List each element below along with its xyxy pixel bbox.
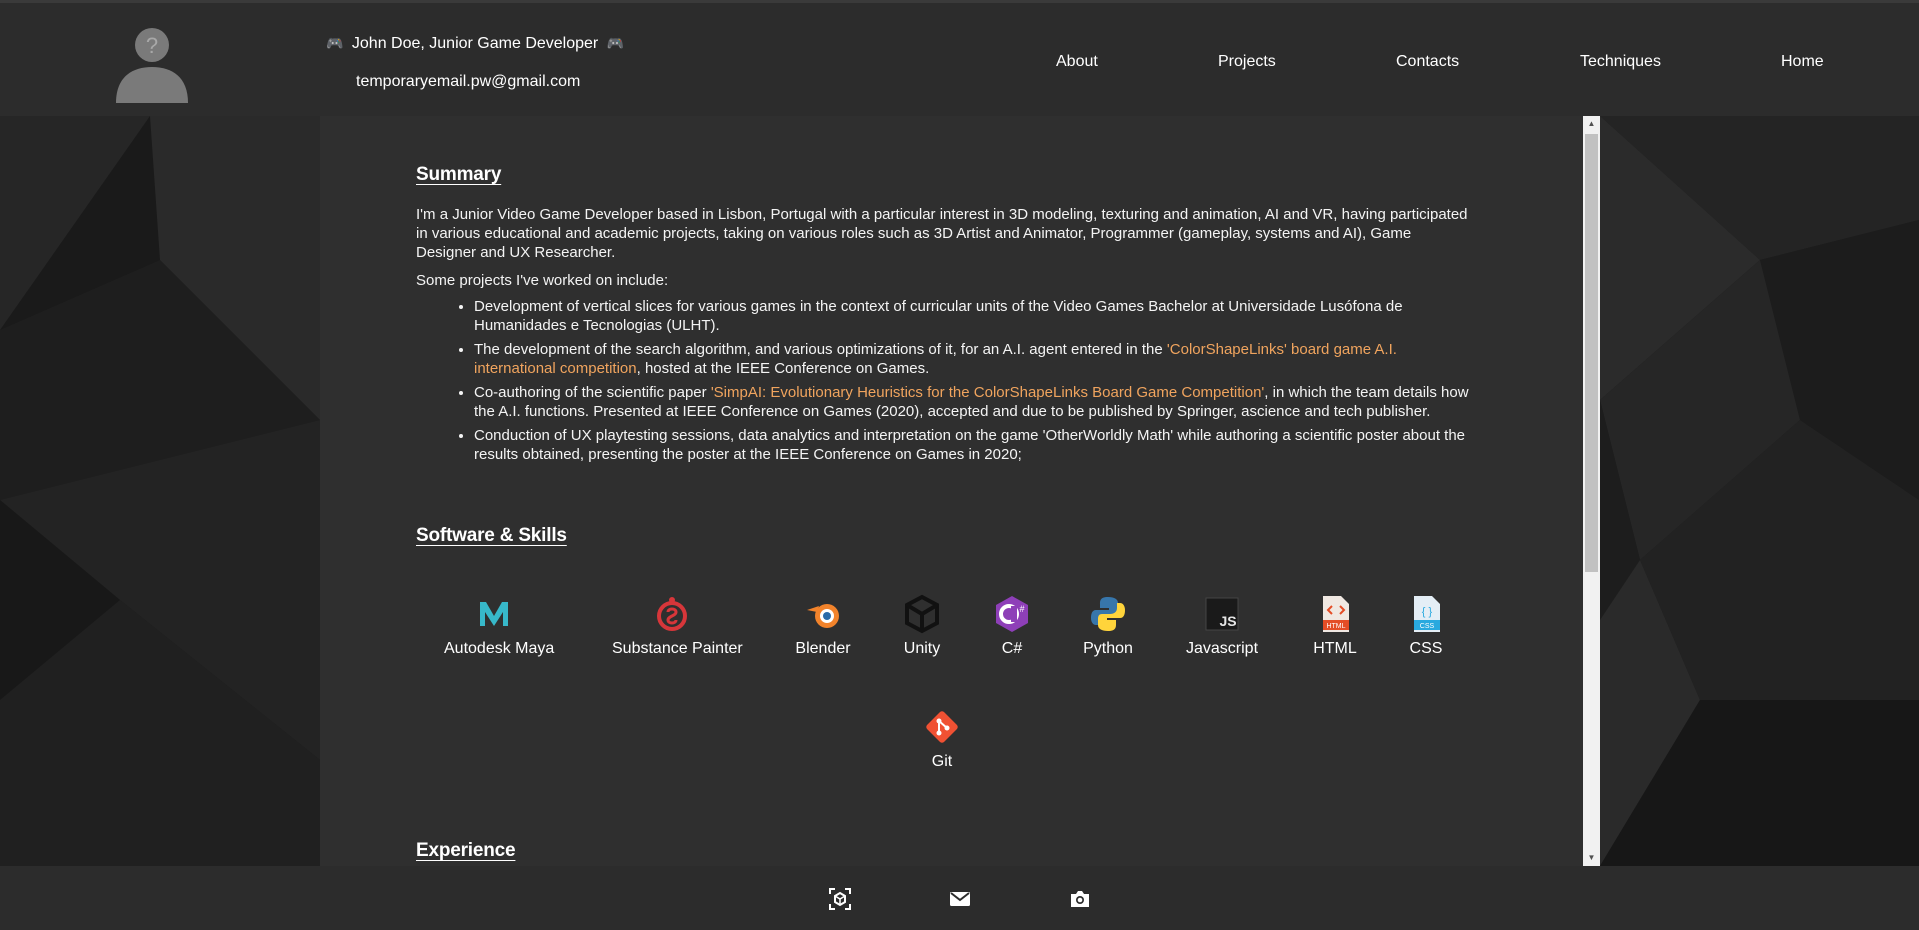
avatar: ? (116, 28, 188, 103)
list-item-text: The development of the search algorithm,… (474, 341, 1167, 358)
skill-label: Substance Painter (612, 640, 743, 657)
scroll-down-arrow-icon[interactable]: ▼ (1583, 850, 1600, 866)
experience-heading: Experience (416, 840, 516, 861)
scroll-up-arrow-icon[interactable]: ▲ (1583, 116, 1600, 132)
skill-css: CSS { } CSS (1406, 594, 1446, 658)
css-icon: CSS { } (1414, 596, 1440, 632)
skill-substance-painter: Substance Painter (612, 594, 743, 658)
skill-git: Git (922, 707, 962, 771)
skill-python: Python (1078, 594, 1138, 658)
skill-javascript: JS Javascript (1182, 594, 1262, 658)
skill-unity: Unity (894, 594, 950, 658)
skill-label: Javascript (1185, 640, 1259, 657)
skill-label: Unity (903, 640, 941, 657)
header-title-text: John Doe, Junior Game Developer (351, 35, 599, 52)
augmented-reality-icon[interactable] (829, 888, 851, 910)
projects-list: Development of vertical slices for vario… (416, 297, 1474, 469)
svg-text:?: ? (146, 33, 158, 58)
skill-label: CSS (1409, 640, 1443, 657)
list-item: Development of vertical slices for vario… (474, 297, 1474, 335)
gamepad-icon: 🎮 (326, 35, 344, 51)
skill-label: C# (1001, 640, 1023, 657)
unity-icon (905, 594, 939, 634)
mail-icon[interactable] (949, 888, 971, 910)
skill-csharp: # C# (992, 594, 1032, 658)
javascript-icon: JS (1205, 597, 1239, 631)
skill-label: Python (1083, 640, 1133, 657)
list-item-text: Conduction of UX playtesting sessions, d… (474, 427, 1466, 463)
skill-maya: Autodesk Maya (444, 594, 554, 658)
skill-label: HTML (1313, 640, 1357, 657)
header-title: 🎮 John Doe, Junior Game Developer 🎮 (326, 35, 624, 53)
site-footer (0, 866, 1919, 930)
skill-label: Autodesk Maya (444, 640, 555, 657)
maya-icon (480, 602, 508, 626)
nav-home[interactable]: Home (1781, 53, 1824, 71)
html-icon: HTML (1323, 596, 1349, 632)
list-item: The development of the search algorithm,… (474, 340, 1474, 378)
list-item-text: Co-authoring of the scientific paper (474, 384, 711, 401)
nav-contacts[interactable]: Contacts (1396, 53, 1459, 71)
skill-blender: Blender (788, 594, 858, 658)
simpai-paper-link[interactable]: 'SimpAI: Evolutionary Heuristics for the… (711, 384, 1264, 401)
svg-text:#: # (1019, 604, 1024, 614)
svg-text:JS: JS (1219, 613, 1236, 629)
summary-heading: Summary (416, 164, 502, 185)
nav-about[interactable]: About (1056, 53, 1098, 71)
list-item: Conduction of UX playtesting sessions, d… (474, 426, 1474, 464)
projects-lead: Some projects I've worked on include: (416, 272, 669, 289)
scrollbar-thumb[interactable] (1585, 134, 1598, 572)
nav-projects[interactable]: Projects (1218, 53, 1276, 71)
header-email[interactable]: temporaryemail.pw@gmail.com (356, 73, 580, 91)
svg-text:{ }: { } (1422, 606, 1433, 618)
blender-icon (807, 604, 839, 628)
list-item-text: , hosted at the IEEE Conference on Games… (636, 360, 930, 377)
svg-text:HTML: HTML (1326, 623, 1345, 630)
nav-techniques[interactable]: Techniques (1580, 53, 1661, 71)
content-panel: Summary I'm a Junior Video Game Develope… (320, 116, 1583, 866)
substance-painter-icon (657, 597, 687, 631)
csharp-icon: # (996, 596, 1028, 632)
site-header: ? 🎮 John Doe, Junior Game Developer 🎮 te… (0, 0, 1919, 116)
gamepad-icon: 🎮 (606, 35, 625, 51)
list-item: Co-authoring of the scientific paper 'Si… (474, 383, 1474, 421)
content-scrollbar[interactable]: ▲ ▼ (1583, 116, 1600, 866)
skill-label: Blender (795, 640, 851, 657)
git-icon (926, 711, 958, 743)
skill-html: HTML HTML (1310, 594, 1360, 658)
skill-label: Git (931, 753, 953, 770)
skills-heading: Software & Skills (416, 525, 567, 546)
svg-text:CSS: CSS (1420, 623, 1435, 630)
list-item-text: Development of vertical slices for vario… (474, 298, 1403, 334)
summary-intro: I'm a Junior Video Game Developer based … (416, 206, 1468, 261)
python-icon (1091, 597, 1125, 631)
camera-icon[interactable] (1069, 888, 1091, 910)
